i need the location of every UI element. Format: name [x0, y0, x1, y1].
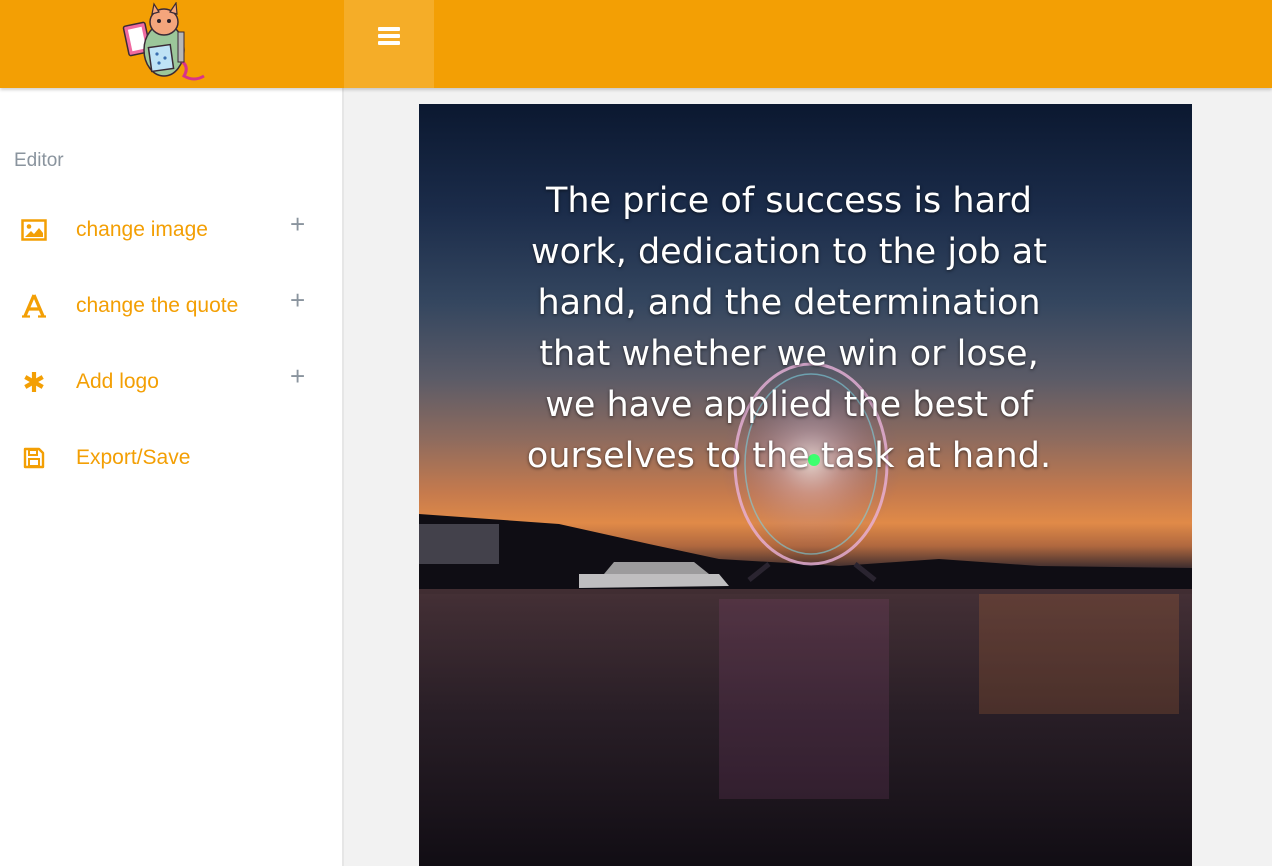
hamburger-menu-icon: [378, 27, 400, 45]
quote-line: ourselves to the task at hand.: [526, 436, 1052, 476]
monster-mascot-logo-icon[interactable]: [120, 2, 206, 84]
sidebar-item-label: Export/Save: [76, 446, 191, 469]
font-letter-a-icon: [20, 292, 48, 320]
sidebar-heading: Editor: [14, 150, 64, 171]
asterisk-icon: [20, 368, 48, 396]
quote-text[interactable]: The price of success is hard work, dedic…: [519, 176, 1059, 482]
image-icon: [20, 216, 48, 244]
menu-toggle-button[interactable]: [344, 0, 434, 88]
quote-line: work, dedication to the job at: [531, 232, 1047, 272]
quote-line: we have applied the best of: [545, 385, 1033, 425]
sidebar-item-label: Add logo: [76, 370, 159, 393]
sidebar-item-label: change the quote: [76, 294, 239, 317]
floppy-disk-icon: [20, 444, 48, 472]
sidebar-item-add-logo[interactable]: Add logo +: [0, 350, 342, 410]
top-bar: [0, 0, 1272, 88]
expand-plus-icon[interactable]: +: [290, 211, 305, 237]
logo-area: [0, 0, 344, 88]
quote-line: hand, and the determination: [537, 283, 1041, 323]
quote-line: that whether we win or lose,: [539, 334, 1039, 374]
quote-line: The price of success is hard: [545, 181, 1033, 221]
quote-canvas[interactable]: The price of success is hard work, dedic…: [419, 104, 1192, 866]
sidebar-item-export-save[interactable]: Export/Save: [0, 426, 342, 486]
expand-plus-icon[interactable]: +: [290, 363, 305, 389]
sidebar-item-change-image[interactable]: change image +: [0, 198, 342, 258]
sidebar: Editor change image + change the quote +: [0, 88, 344, 866]
sidebar-item-label: change image: [76, 218, 208, 241]
sidebar-item-change-quote[interactable]: change the quote +: [0, 274, 342, 334]
expand-plus-icon[interactable]: +: [290, 287, 305, 313]
